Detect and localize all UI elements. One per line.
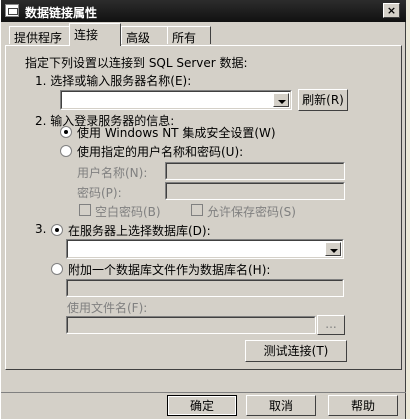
cancel-button[interactable]: 取消 [246, 395, 316, 416]
password-label: 密码(P): [77, 186, 122, 200]
specific-credentials-label: 使用指定的用户名称和密码(U): [77, 145, 244, 159]
allow-save-password-label: 允许保存密码(S) [207, 205, 296, 219]
data-link-properties-dialog: 数据链接属性 × 提供程序 连接 高级 所有 指定下列设置以连接到 SQL Se… [0, 0, 407, 419]
refresh-button[interactable]: 刷新(R) [298, 89, 348, 111]
intro-text: 指定下列设置以连接到 SQL Server 数据: [25, 56, 248, 70]
server-name-combobox[interactable] [60, 90, 292, 110]
step1-label: 1. 选择或输入服务器名称(E): [35, 74, 192, 88]
tab-all[interactable]: 所有 [167, 26, 211, 45]
radio-select-database[interactable] [51, 224, 63, 236]
chevron-down-icon[interactable] [325, 242, 341, 256]
blank-password-label: 空白密码(B) [95, 205, 161, 219]
nt-security-label: 使用 Windows NT 集成安全设置(W) [77, 126, 276, 140]
title-bar: 数据链接属性 × [1, 0, 407, 22]
username-field[interactable] [165, 162, 345, 180]
use-filename-label: 使用文件名(F): [67, 301, 148, 315]
app-window-icon [5, 4, 19, 17]
tab-advanced[interactable]: 高级 [121, 26, 168, 45]
close-button[interactable]: × [383, 3, 400, 18]
tab-connection[interactable]: 连接 [69, 23, 121, 46]
footer-divider [1, 392, 407, 393]
database-combobox[interactable] [66, 239, 344, 259]
username-label: 用户名称(N): [77, 166, 148, 180]
browse-button[interactable]: ... [317, 315, 345, 335]
attach-database-name-field[interactable] [66, 279, 344, 297]
background-strip [406, 0, 410, 419]
help-button[interactable]: 帮助 [328, 395, 398, 416]
radio-nt-security[interactable] [60, 126, 72, 138]
tab-provider[interactable]: 提供程序 [9, 26, 70, 45]
step3-label: 3. [35, 222, 47, 236]
ok-button[interactable]: 确定 [167, 395, 237, 416]
blank-password-checkbox[interactable] [79, 204, 91, 216]
radio-attach-database[interactable] [51, 263, 63, 275]
radio-specific-credentials[interactable] [60, 145, 72, 157]
window-title: 数据链接属性 [25, 6, 98, 20]
select-database-label: 在服务器上选择数据库(D): [68, 224, 211, 238]
allow-save-password-checkbox[interactable] [191, 204, 203, 216]
attach-database-label: 附加一个数据库文件作为数据库名(H): [68, 263, 271, 277]
test-connection-button[interactable]: 测试连接(T) [245, 340, 347, 362]
filename-field[interactable] [66, 316, 316, 334]
password-field[interactable] [165, 182, 345, 200]
chevron-down-icon[interactable] [273, 93, 289, 107]
